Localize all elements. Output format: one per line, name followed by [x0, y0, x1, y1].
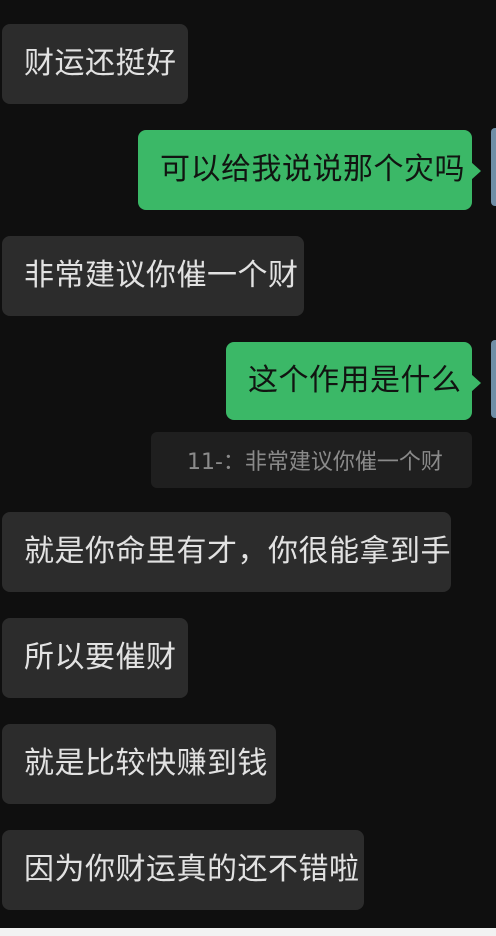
- message-bubble-incoming[interactable]: 非常建议你催一个财: [2, 236, 304, 316]
- message-bubble-incoming[interactable]: 所以要催财: [2, 618, 188, 698]
- message-bubble-incoming[interactable]: 财运还挺好: [2, 24, 188, 104]
- my-avatar[interactable]: [491, 128, 496, 206]
- message-bubble-incoming[interactable]: 就是比较快赚到钱: [2, 724, 276, 804]
- message-bubble-incoming[interactable]: 因为你财运真的还不错啦: [2, 830, 364, 910]
- bottom-edge: [0, 928, 496, 936]
- quoted-reply[interactable]: 11-：非常建议你催一个财: [151, 432, 472, 488]
- message-bubble-incoming[interactable]: 就是你命里有才，你很能拿到手: [2, 512, 451, 592]
- my-avatar[interactable]: [491, 340, 496, 418]
- message-bubble-outgoing[interactable]: 这个作用是什么: [226, 342, 481, 420]
- message-bubble-outgoing[interactable]: 可以给我说说那个灾吗: [138, 130, 481, 210]
